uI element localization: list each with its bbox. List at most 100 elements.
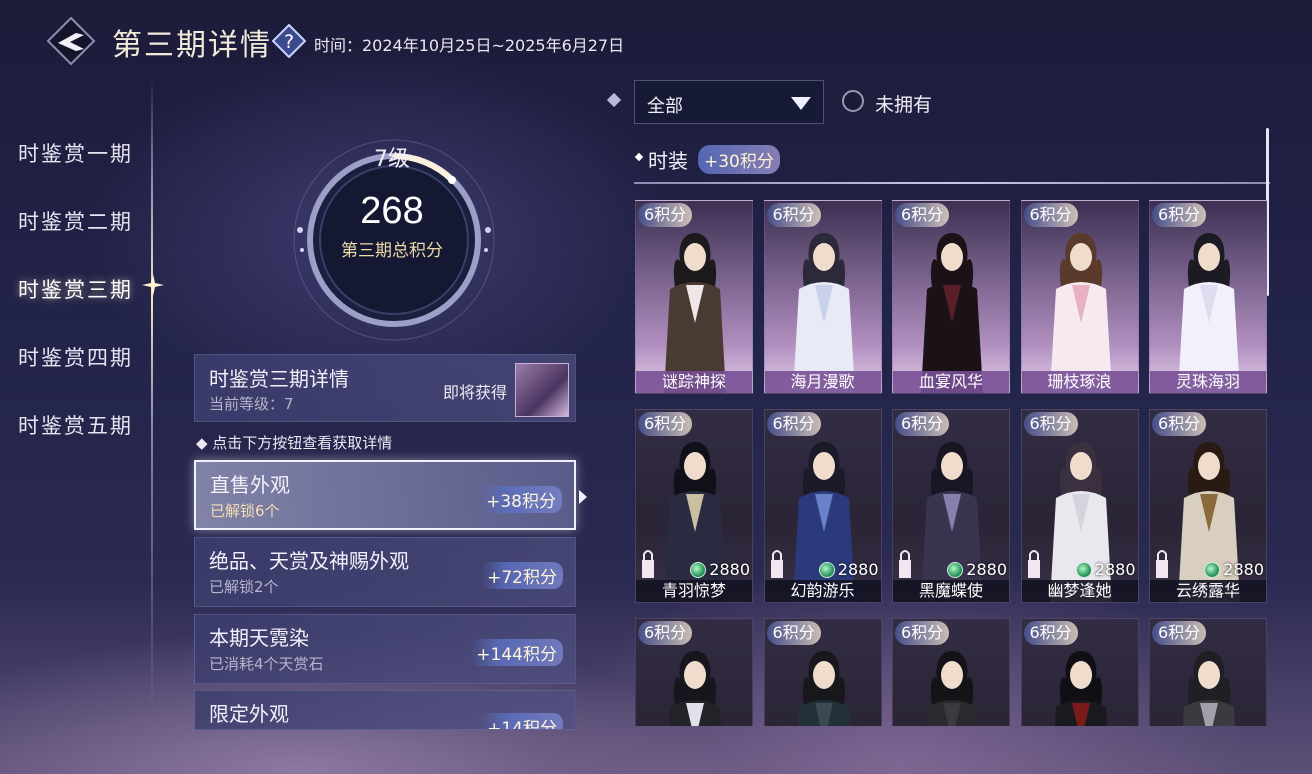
jade-currency-icon — [947, 561, 964, 578]
points-badge: 6积分 — [1152, 412, 1207, 436]
category-sub: 已解锁2个 — [209, 578, 279, 596]
points-badge: 6积分 — [1023, 412, 1078, 436]
period-detail-card: 时鉴赏三期详情 当前等级：7 即将获得 — [194, 354, 576, 422]
outfit-card[interactable]: 6积分血宴风华 — [892, 200, 1010, 394]
section-marker-icon — [634, 152, 644, 162]
category-premium[interactable]: 绝品、天赏及神赐外观 已解锁2个 +72积分 — [194, 537, 576, 607]
level-text: 7级 — [374, 147, 410, 172]
category-limited[interactable]: 限定外观 +14积分 — [194, 690, 576, 730]
upcoming-reward-thumbnail[interactable] — [515, 363, 569, 417]
outfit-card[interactable]: 6积分 2880 青羽惊梦 — [635, 409, 753, 603]
points-badge: 6积分 — [766, 412, 821, 436]
price-value: 2880 — [709, 560, 750, 579]
outfit-figure — [1178, 233, 1240, 393]
outfit-grid: 6积分 谜踪神探 6积分 海月漫歌 6积分 血宴风华 6积分 珊枝琢浪 6积分 灵珠海羽 6积分 28… — [635, 200, 1267, 726]
outfit-card[interactable]: 6积分 灵珠海羽 — [1149, 200, 1267, 394]
outfit-name: 血宴风华 — [893, 371, 1009, 393]
outfit-card[interactable]: 6积分 — [892, 618, 1010, 726]
points-badge: 6积分 — [766, 203, 821, 227]
price-tag: 2880 — [818, 560, 879, 579]
section-points: +30积分 — [698, 145, 780, 174]
lock-icon — [770, 550, 783, 578]
price-value: 2880 — [966, 560, 1007, 579]
outfit-figure — [664, 233, 726, 393]
points-badge: 6积分 — [1023, 621, 1078, 645]
help-button[interactable]: ? — [271, 23, 307, 59]
detail-title: 时鉴赏三期详情 — [209, 367, 349, 391]
upcoming-label: 即将获得 — [442, 383, 507, 402]
category-dye[interactable]: 本期天霓染 已消耗4个天赏石 +144积分 — [194, 614, 576, 684]
unowned-radio[interactable] — [842, 90, 864, 112]
category-title: 绝品、天赏及神赐外观 — [209, 549, 409, 573]
jade-currency-icon — [1204, 561, 1221, 578]
outfit-card[interactable]: 6积分 2880 幽梦逢她 — [1020, 409, 1139, 603]
price-tag: 2880 — [1204, 560, 1264, 579]
price-tag: 2880 — [947, 560, 1007, 579]
outfit-figure — [668, 651, 722, 726]
svg-text:?: ? — [284, 31, 294, 53]
sidebar-item-period-3[interactable]: 时鉴赏三期 — [18, 274, 133, 304]
points-badge: 6积分 — [638, 203, 693, 227]
chevron-down-icon — [791, 97, 811, 110]
outfit-name: 幽梦逢她 — [1021, 580, 1138, 602]
outfit-card[interactable]: 6积分 — [763, 618, 882, 726]
unowned-label[interactable]: 未拥有 — [875, 90, 932, 117]
filter-marker-icon — [606, 92, 622, 108]
outfit-card[interactable]: 6积分谜踪神探 — [635, 200, 753, 394]
back-arrow-icon — [46, 16, 96, 66]
outfit-card[interactable]: 6积分 — [635, 618, 753, 726]
sidebar-item-period-1[interactable]: 时鉴赏一期 — [18, 138, 133, 168]
outfit-name: 青羽惊梦 — [636, 580, 752, 602]
section-title: 时装 — [648, 149, 688, 173]
outfit-card[interactable]: 6积分 珊枝琢浪 — [1020, 200, 1139, 394]
sidebar-divider — [151, 78, 153, 718]
category-points: +14积分 — [481, 713, 563, 729]
outfit-card[interactable]: 6积分 2880 幻韵游乐 — [763, 409, 882, 603]
category-points: +144积分 — [470, 639, 563, 666]
help-icon: ? — [271, 23, 307, 59]
active-star-icon — [142, 274, 164, 296]
price-value: 2880 — [1094, 560, 1136, 579]
lock-icon — [642, 550, 654, 578]
outfit-figure — [1054, 651, 1107, 726]
outfit-card[interactable]: 6积分 2880 黑魔蝶使 — [892, 409, 1010, 603]
sidebar-item-period-5[interactable]: 时鉴赏五期 — [18, 410, 133, 440]
filter-dropdown-value: 全部 — [647, 96, 683, 117]
outfit-card[interactable]: 6积分 — [1149, 618, 1267, 726]
points-badge: 6积分 — [638, 621, 693, 645]
points-badge: 6积分 — [638, 412, 693, 436]
period-text: 时间：2024年10月25日~2025年6月27日 — [314, 36, 625, 55]
outfit-name: 幻韵游乐 — [764, 580, 881, 602]
outfit-name: 谜踪神探 — [636, 371, 752, 393]
category-direct-sale[interactable]: 直售外观 已解锁6个 +38积分 — [194, 460, 576, 530]
price-value: 2880 — [1223, 560, 1264, 579]
points-badge: 6积分 — [895, 203, 950, 227]
back-button[interactable] — [46, 16, 96, 66]
category-sub: 已解锁6个 — [210, 502, 280, 520]
points-badge: 6积分 — [895, 621, 950, 645]
selected-pointer-icon — [579, 490, 587, 504]
sidebar-item-period-4[interactable]: 时鉴赏四期 — [18, 342, 133, 372]
category-sub: 已消耗4个天赏石 — [209, 655, 324, 673]
current-level: 当前等级：7 — [209, 395, 294, 413]
jade-currency-icon — [1075, 561, 1092, 578]
jade-currency-icon — [690, 561, 707, 578]
outfit-figure — [921, 233, 983, 393]
points-badge: 6积分 — [1023, 203, 1078, 227]
outfit-name: 海月漫歌 — [764, 371, 881, 393]
outfit-figure — [797, 651, 850, 726]
category-points: +38积分 — [480, 486, 562, 513]
filter-dropdown[interactable]: 全部 — [634, 80, 824, 124]
outfit-card[interactable]: 6积分 2880 云绣露华 — [1149, 409, 1267, 603]
total-score: 268 — [360, 190, 424, 232]
outfit-card[interactable]: 6积分海月漫歌 — [763, 200, 882, 394]
lock-icon — [899, 550, 911, 578]
outfit-name: 灵珠海羽 — [1150, 371, 1266, 393]
sidebar-item-period-2[interactable]: 时鉴赏二期 — [18, 206, 133, 236]
outfit-card[interactable]: 6积分 — [1020, 618, 1139, 726]
category-title: 限定外观 — [209, 702, 289, 726]
page-title: 第三期详情 — [112, 28, 272, 63]
lock-icon — [1156, 550, 1168, 578]
points-badge: 6积分 — [766, 621, 821, 645]
section-divider — [634, 182, 1270, 184]
